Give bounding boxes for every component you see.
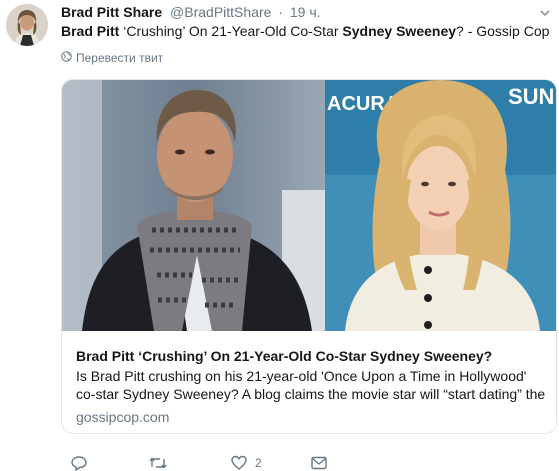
tweet-header: Brad Pitt Share @BradPittShare · 19 ч. (61, 3, 321, 21)
card-image-right: ACURA SUND (325, 80, 557, 331)
card-image-left (62, 80, 325, 331)
tweet-text: Brad Pitt ‘Crushing’ On 21-Year-Old Co-S… (61, 22, 549, 40)
card-domain: gossipcop.com (76, 409, 170, 425)
translate-tweet-link[interactable]: Перевести твит (61, 50, 163, 66)
card-description: Is Brad Pitt crushing on his 21-year-old… (76, 368, 546, 402)
tweet-actions: 2 (61, 454, 559, 471)
tweet-text-suffix: ? - Gossip Cop (456, 23, 550, 39)
translate-label: Перевести твит (76, 51, 164, 65)
caret-down-icon[interactable] (539, 6, 551, 18)
retweet-icon (149, 455, 167, 471)
card-title[interactable]: Brad Pitt ‘Crushing’ On 21-Year-Old Co-S… (76, 347, 492, 365)
tweet-time[interactable]: 19 ч. (290, 4, 321, 20)
reply-button[interactable] (63, 454, 95, 471)
card-image[interactable]: ACURA SUND (62, 80, 557, 331)
retweet-button[interactable] (141, 454, 175, 471)
like-button[interactable]: 2 (223, 454, 262, 471)
tweet-text-bold-2: Sydney Sweeney (342, 23, 457, 39)
tweet-text-middle: ‘Crushing’ On 21-Year-Old Co-Star (119, 23, 343, 39)
tweet-text-bold-1: Brad Pitt (61, 23, 120, 39)
banner-text-right: SUND (508, 84, 557, 109)
reply-icon (71, 455, 87, 471)
author-handle[interactable]: @BradPittShare (170, 4, 271, 20)
message-icon (311, 456, 327, 470)
message-button[interactable] (303, 454, 327, 471)
link-card[interactable]: ACURA SUND (61, 79, 557, 434)
like-icon (231, 455, 247, 471)
avatar[interactable] (6, 4, 48, 46)
separator-dot: · (278, 4, 283, 20)
author-name[interactable]: Brad Pitt Share (61, 4, 162, 20)
globe-icon (61, 50, 76, 66)
tweet[interactable]: Brad Pitt Share @BradPittShare · 19 ч. B… (0, 0, 559, 471)
like-count: 2 (255, 455, 262, 470)
